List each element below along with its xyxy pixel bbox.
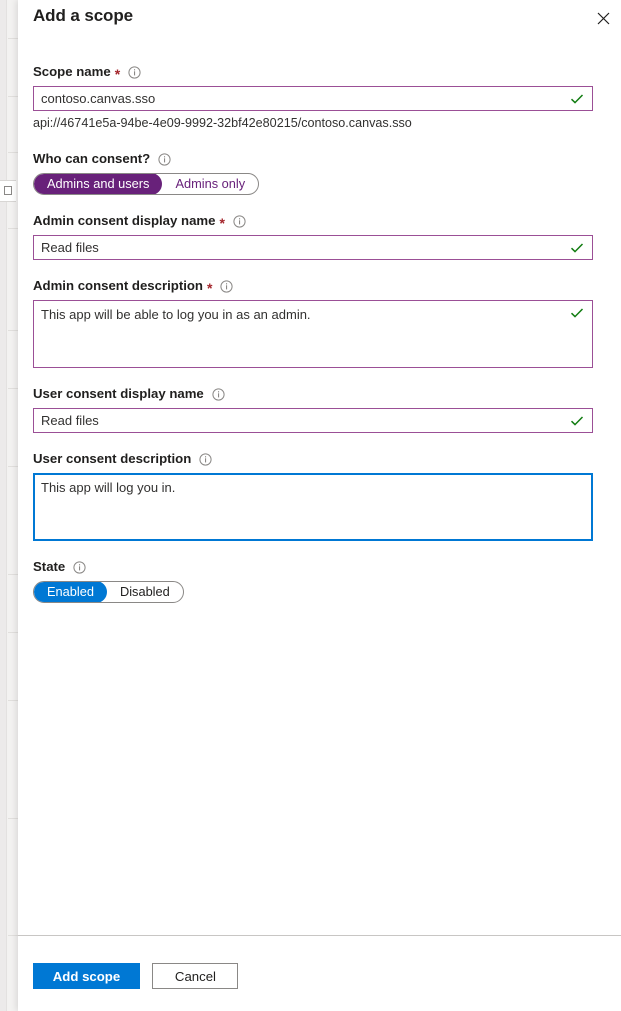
who-can-consent-toggle: Admins and users Admins only (33, 173, 260, 195)
field-admin-consent-description: Admin consent description * This app wil… (33, 278, 608, 368)
scope-name-label: Scope name * (33, 64, 608, 82)
admin-consent-description-value: This app will be able to log you in as a… (41, 307, 311, 322)
info-icon[interactable] (199, 452, 212, 466)
state-option-enabled[interactable]: Enabled (34, 582, 107, 602)
info-icon[interactable] (212, 387, 225, 401)
backdrop-divider (8, 330, 18, 331)
field-state: State Enabled Disabled (33, 559, 608, 603)
admin-consent-description-textarea[interactable]: This app will be able to log you in as a… (33, 300, 593, 368)
label-text: State (33, 559, 66, 574)
backdrop-divider (8, 228, 18, 229)
user-consent-description-textarea[interactable]: This app will log you in. (33, 473, 593, 541)
user-consent-display-name-value: Read files (41, 413, 99, 428)
state-option-disabled[interactable]: Disabled (107, 582, 183, 602)
info-icon[interactable] (220, 279, 234, 293)
state-toggle: Enabled Disabled (33, 581, 184, 603)
add-scope-button[interactable]: Add scope (33, 963, 140, 989)
checkmark-icon (570, 92, 584, 106)
required-indicator: * (207, 280, 213, 296)
backdrop-divider (8, 574, 18, 575)
backdrop-divider (8, 388, 18, 389)
blade-footer: Add scope Cancel (33, 963, 239, 989)
who-can-consent-label: Who can consent? (33, 151, 608, 167)
add-scope-blade: Add a scope Scope name * contoso.canvas.… (18, 0, 621, 1011)
field-who-can-consent: Who can consent? Admins and users Admins… (33, 151, 608, 195)
backdrop-divider (8, 466, 18, 467)
blade-header: Add a scope (18, 0, 621, 44)
info-icon[interactable] (158, 152, 171, 166)
page-title: Add a scope (33, 6, 133, 25)
scope-name-helper-uri: api://46741e5a-94be-4e09-9992-32bf42e802… (33, 116, 412, 130)
field-user-consent-description: User consent description This app will l… (33, 451, 608, 541)
checkmark-icon (570, 241, 584, 255)
backdrop-divider (8, 96, 18, 97)
who-can-consent-option-admins-and-users[interactable]: Admins and users (34, 174, 163, 194)
required-indicator: * (219, 215, 225, 231)
field-scope-name: Scope name * contoso.canvas.sso api://46… (33, 64, 608, 131)
backdrop-divider (8, 818, 18, 819)
add-scope-form: Scope name * contoso.canvas.sso api://46… (33, 64, 608, 603)
admin-consent-description-label: Admin consent description * (33, 278, 608, 296)
backdrop-divider (8, 632, 18, 633)
admin-consent-display-name-label: Admin consent display name * (33, 213, 608, 231)
info-icon[interactable] (73, 560, 86, 574)
field-user-consent-display-name: User consent display name Read files (33, 386, 608, 433)
field-admin-consent-display-name: Admin consent display name * Read files (33, 213, 608, 260)
checkmark-icon (570, 306, 584, 320)
page-scrollbar[interactable] (0, 0, 7, 1011)
label-text: User consent description (33, 451, 192, 466)
admin-consent-display-name-input[interactable]: Read files (33, 235, 593, 260)
underlying-page-strip (0, 0, 18, 1011)
scope-name-value: contoso.canvas.sso (41, 91, 156, 106)
label-text: Scope name (33, 64, 111, 79)
scope-name-input[interactable]: contoso.canvas.sso (33, 86, 593, 111)
footer-divider (18, 935, 621, 936)
who-can-consent-option-admins-only[interactable]: Admins only (162, 174, 258, 194)
backdrop-divider (8, 38, 18, 39)
info-icon[interactable] (128, 65, 141, 79)
backdrop-list-item (0, 180, 16, 202)
backdrop-divider (8, 935, 18, 936)
close-icon[interactable] (590, 5, 616, 31)
label-text: User consent display name (33, 386, 204, 401)
user-consent-display-name-label: User consent display name (33, 386, 608, 402)
user-consent-description-label: User consent description (33, 451, 608, 467)
user-consent-description-value: This app will log you in. (41, 480, 176, 495)
cancel-button[interactable]: Cancel (152, 963, 239, 989)
label-text: Admin consent description (33, 278, 203, 293)
state-label: State (33, 559, 608, 575)
user-consent-display-name-input[interactable]: Read files (33, 408, 593, 433)
checkmark-icon (570, 414, 584, 428)
required-indicator: * (114, 66, 121, 82)
admin-consent-display-name-value: Read files (41, 240, 99, 255)
label-text: Who can consent? (33, 151, 151, 166)
label-text: Admin consent display name (33, 213, 216, 228)
backdrop-divider (8, 700, 18, 701)
backdrop-divider (8, 152, 18, 153)
info-icon[interactable] (233, 214, 246, 228)
